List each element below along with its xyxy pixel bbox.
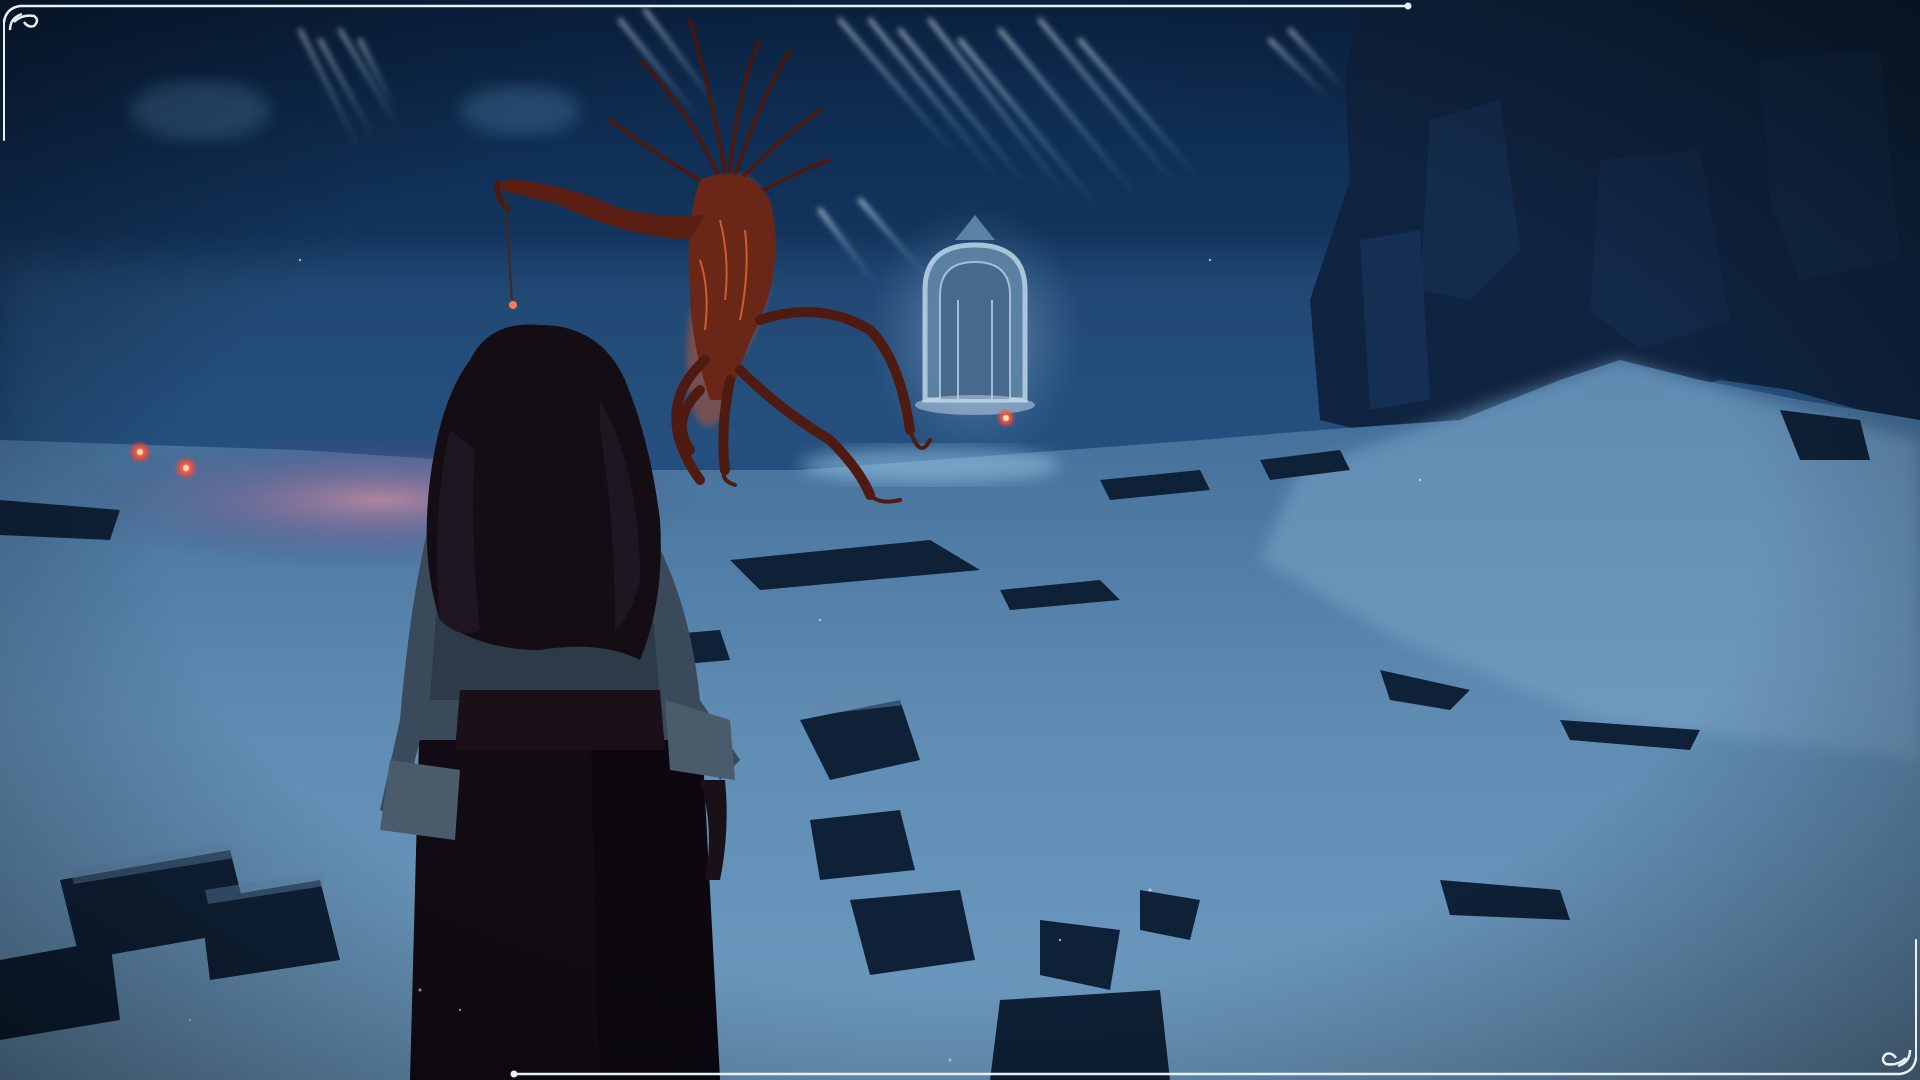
game-viewport[interactable]	[0, 0, 1920, 1080]
scene-canvas	[0, 0, 1920, 1080]
vignette-overlay	[0, 0, 1920, 1080]
